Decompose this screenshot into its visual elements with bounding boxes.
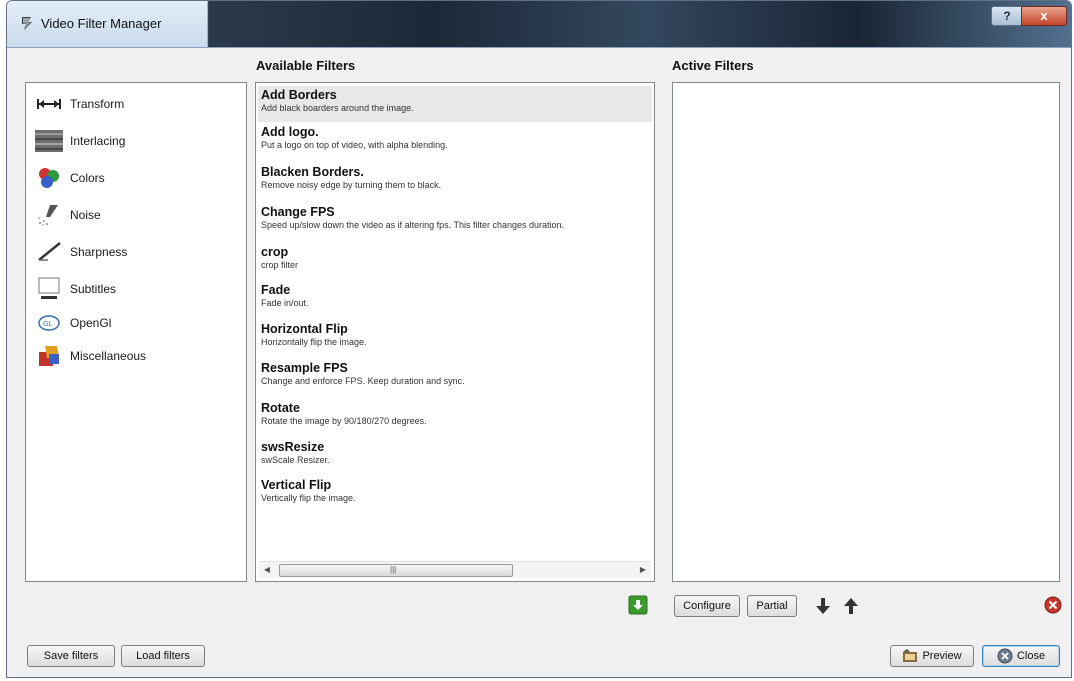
filter-item-vertical-flip[interactable]: Vertical Flip Vertically flip the image. [258,476,652,512]
close-button[interactable]: Close [982,645,1060,667]
load-filters-button[interactable]: Load filters [121,645,205,667]
filter-item-rotate[interactable]: Rotate Rotate the image by 90/180/270 de… [258,399,652,435]
arrow-down-icon [816,598,830,614]
filter-item-horizontal-flip[interactable]: Horizontal Flip Horizontally flip the im… [258,320,652,356]
filter-item-add-logo[interactable]: Add logo. Put a logo on top of video, wi… [258,123,652,159]
category-label: Interlacing [70,134,126,148]
category-label: Transform [70,97,125,111]
filter-item-resample-fps[interactable]: Resample FPS Change and enforce FPS. Kee… [258,359,652,395]
title-bar[interactable]: Video Filter Manager ? x [7,1,1071,48]
sharpness-icon [34,240,64,264]
category-label: Subtitles [70,282,117,296]
filter-desc: Put a logo on top of video, with alpha b… [261,140,448,150]
close-icon [997,648,1013,664]
colors-icon [34,166,64,190]
category-subtitles[interactable]: Subtitles [34,275,116,303]
filter-name: swsResize [261,440,325,454]
filter-name: Fade [261,283,291,297]
filter-item-fade[interactable]: Fade Fade in/out. [258,281,652,317]
category-sharpness[interactable]: Sharpness [34,238,127,266]
scroll-right-icon[interactable]: ▶ [635,562,651,578]
filter-desc: swScale Resizer. [261,455,330,465]
filter-item-swsresize[interactable]: swsResize swScale Resizer. [258,438,652,474]
category-opengl[interactable]: GL OpenGl [34,309,111,337]
filter-item-change-fps[interactable]: Change FPS Speed up/slow down the video … [258,203,652,239]
filter-name: crop [261,245,289,259]
filter-name: Vertical Flip [261,478,332,492]
category-list[interactable]: Transform Interlacing Colors Noise Sharp… [25,82,247,582]
horizontal-scrollbar[interactable]: ◀ ||| ▶ [259,561,651,578]
configure-button[interactable]: Configure [674,595,740,617]
filter-desc: Horizontally flip the image. [261,337,367,347]
filter-name: Add logo. [261,125,319,139]
scrollbar-grip: ||| [390,565,397,574]
svg-text:GL: GL [43,321,52,328]
active-filters-heading: Active Filters [672,58,754,73]
window-title: Video Filter Manager [41,16,162,31]
active-filters-list[interactable] [672,82,1060,582]
available-filters-heading: Available Filters [256,58,356,73]
preview-button[interactable]: Preview [890,645,974,667]
miscellaneous-icon [34,344,64,368]
category-label: Miscellaneous [70,349,147,363]
available-filters-list[interactable]: Add Borders Add black boarders around th… [255,82,655,582]
remove-filter-button[interactable] [1043,595,1063,615]
category-label: Sharpness [70,245,128,259]
filter-name: Change FPS [261,205,335,219]
video-filter-manager-window: Video Filter Manager ? x Available Filte… [6,0,1072,678]
category-colors[interactable]: Colors [34,164,105,192]
app-icon [22,17,32,30]
category-miscellaneous[interactable]: Miscellaneous [34,342,146,370]
noise-icon [34,203,64,227]
partial-button[interactable]: Partial [747,595,797,617]
close-label: Close [1016,650,1046,662]
filter-name: Add Borders [261,88,337,102]
filter-name: Rotate [261,401,300,415]
filter-item-crop[interactable]: crop crop filter [258,243,652,279]
filter-item-add-borders[interactable]: Add Borders Add black boarders around th… [258,86,652,122]
add-arrow-icon [628,595,648,615]
save-filters-button[interactable]: Save filters [27,645,115,667]
filter-desc: Vertically flip the image. [261,493,356,503]
opengl-icon: GL [34,311,64,335]
help-button[interactable]: ? [991,6,1023,26]
move-up-button[interactable] [841,596,861,616]
move-down-button[interactable] [813,596,833,616]
subtitles-icon [34,277,64,301]
arrow-up-icon [844,598,858,614]
preview-icon [903,649,918,662]
filter-desc: crop filter [261,260,299,270]
transform-icon [34,92,64,116]
filter-item-blacken-borders[interactable]: Blacken Borders. Remove noisy edge by tu… [258,163,652,199]
category-label: Colors [70,171,105,185]
category-interlacing[interactable]: Interlacing [34,127,125,155]
title-plate: Video Filter Manager [7,1,208,47]
filter-name: Blacken Borders. [261,165,364,179]
filter-desc: Add black boarders around the image. [261,103,414,113]
window-close-button[interactable]: x [1021,6,1067,26]
remove-icon [1044,596,1062,614]
category-label: Noise [70,208,101,222]
scrollbar-thumb[interactable]: ||| [279,564,513,577]
filter-desc: Rotate the image by 90/180/270 degrees. [261,416,427,426]
preview-label: Preview [922,650,962,662]
category-noise[interactable]: Noise [34,201,101,229]
filter-desc: Speed up/slow down the video as if alter… [261,220,565,230]
filter-desc: Change and enforce FPS. Keep duration an… [261,376,465,386]
filter-name: Resample FPS [261,361,348,375]
category-transform[interactable]: Transform [34,90,124,118]
interlacing-icon [34,129,64,153]
filter-desc: Remove noisy edge by turning them to bla… [261,180,442,190]
category-label: OpenGl [70,316,112,330]
filter-name: Horizontal Flip [261,322,348,336]
scroll-left-icon[interactable]: ◀ [259,562,275,578]
add-filter-button[interactable] [628,595,648,615]
filter-desc: Fade in/out. [261,298,309,308]
